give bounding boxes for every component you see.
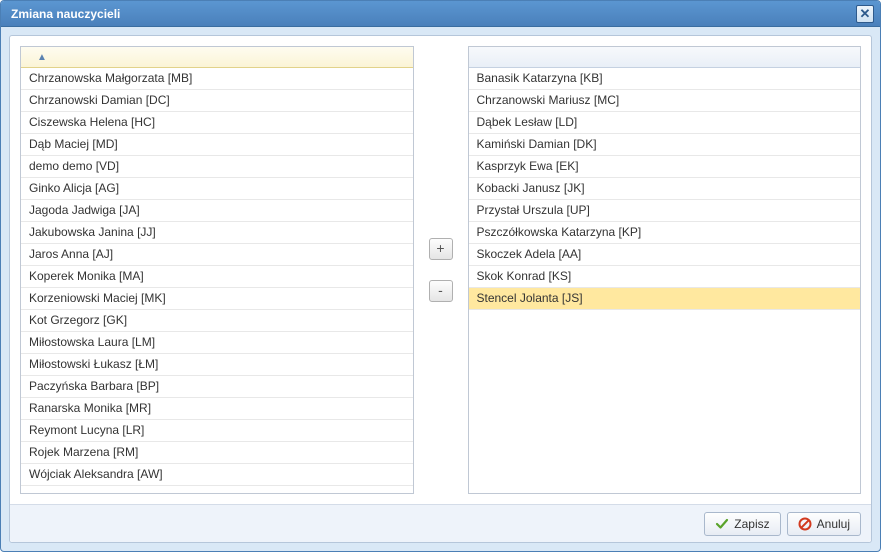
titlebar[interactable]: Zmiana nauczycieli ✕ xyxy=(1,1,880,27)
save-button-label: Zapisz xyxy=(734,517,769,531)
list-item[interactable]: Reymont Lucyna [LR] xyxy=(21,420,413,442)
left-list: ▲ Chrzanowska Małgorzata [MB]Chrzanowski… xyxy=(20,46,414,494)
list-item[interactable]: Jaros Anna [AJ] xyxy=(21,244,413,266)
add-button[interactable]: + xyxy=(429,238,453,260)
dialog-body: ▲ Chrzanowska Małgorzata [MB]Chrzanowski… xyxy=(10,36,871,504)
list-item[interactable]: Kasprzyk Ewa [EK] xyxy=(469,156,861,178)
list-item[interactable]: Ciszewska Helena [HC] xyxy=(21,112,413,134)
right-list: Banasik Katarzyna [KB]Chrzanowski Marius… xyxy=(468,46,862,494)
list-item[interactable]: Skoczek Adela [AA] xyxy=(469,244,861,266)
check-icon xyxy=(715,517,729,531)
list-item[interactable]: Ginko Alicja [AG] xyxy=(21,178,413,200)
dialog-inner: ▲ Chrzanowska Małgorzata [MB]Chrzanowski… xyxy=(9,35,872,543)
list-item[interactable]: Banasik Katarzyna [KB] xyxy=(469,68,861,90)
dialog-title: Zmiana nauczycieli xyxy=(11,7,120,21)
list-item[interactable]: Jagoda Jadwiga [JA] xyxy=(21,200,413,222)
remove-button[interactable]: - xyxy=(429,280,453,302)
list-item[interactable]: Wójciak Aleksandra [AW] xyxy=(21,464,413,486)
list-item[interactable]: Paczyńska Barbara [BP] xyxy=(21,376,413,398)
list-item[interactable]: Przystał Urszula [UP] xyxy=(469,200,861,222)
cancel-icon xyxy=(798,517,812,531)
transfer-controls: + - xyxy=(424,46,458,494)
close-icon[interactable]: ✕ xyxy=(856,5,874,23)
cancel-button-label: Anuluj xyxy=(817,517,850,531)
left-list-body[interactable]: Chrzanowska Małgorzata [MB]Chrzanowski D… xyxy=(21,68,413,493)
list-item[interactable]: Ranarska Monika [MR] xyxy=(21,398,413,420)
save-button[interactable]: Zapisz xyxy=(704,512,780,536)
list-item[interactable]: Pszczółkowska Katarzyna [KP] xyxy=(469,222,861,244)
list-item[interactable]: Chrzanowska Małgorzata [MB] xyxy=(21,68,413,90)
list-item[interactable]: Dąbek Lesław [LD] xyxy=(469,112,861,134)
list-item[interactable]: Chrzanowski Damian [DC] xyxy=(21,90,413,112)
left-list-header[interactable]: ▲ xyxy=(21,47,413,68)
dialog-footer: Zapisz Anuluj xyxy=(10,504,871,542)
sort-asc-icon: ▲ xyxy=(37,52,47,63)
list-item[interactable]: Miłostowski Łukasz [ŁM] xyxy=(21,354,413,376)
list-item[interactable]: Korzeniowski Maciej [MK] xyxy=(21,288,413,310)
list-item[interactable]: Kamiński Damian [DK] xyxy=(469,134,861,156)
list-item[interactable]: demo demo [VD] xyxy=(21,156,413,178)
list-item[interactable]: Dąb Maciej [MD] xyxy=(21,134,413,156)
list-item[interactable]: Kobacki Janusz [JK] xyxy=(469,178,861,200)
list-item[interactable]: Chrzanowski Mariusz [MC] xyxy=(469,90,861,112)
list-item[interactable]: Skok Konrad [KS] xyxy=(469,266,861,288)
list-item[interactable]: Stencel Jolanta [JS] xyxy=(469,288,861,310)
right-list-body[interactable]: Banasik Katarzyna [KB]Chrzanowski Marius… xyxy=(469,68,861,493)
right-list-header[interactable] xyxy=(469,47,861,68)
dialog-window: Zmiana nauczycieli ✕ ▲ Chrzanowska Małgo… xyxy=(0,0,881,552)
list-item[interactable]: Miłostowska Laura [LM] xyxy=(21,332,413,354)
list-item[interactable]: Jakubowska Janina [JJ] xyxy=(21,222,413,244)
list-item[interactable]: Rojek Marzena [RM] xyxy=(21,442,413,464)
list-item[interactable]: Koperek Monika [MA] xyxy=(21,266,413,288)
list-item[interactable]: Kot Grzegorz [GK] xyxy=(21,310,413,332)
cancel-button[interactable]: Anuluj xyxy=(787,512,861,536)
